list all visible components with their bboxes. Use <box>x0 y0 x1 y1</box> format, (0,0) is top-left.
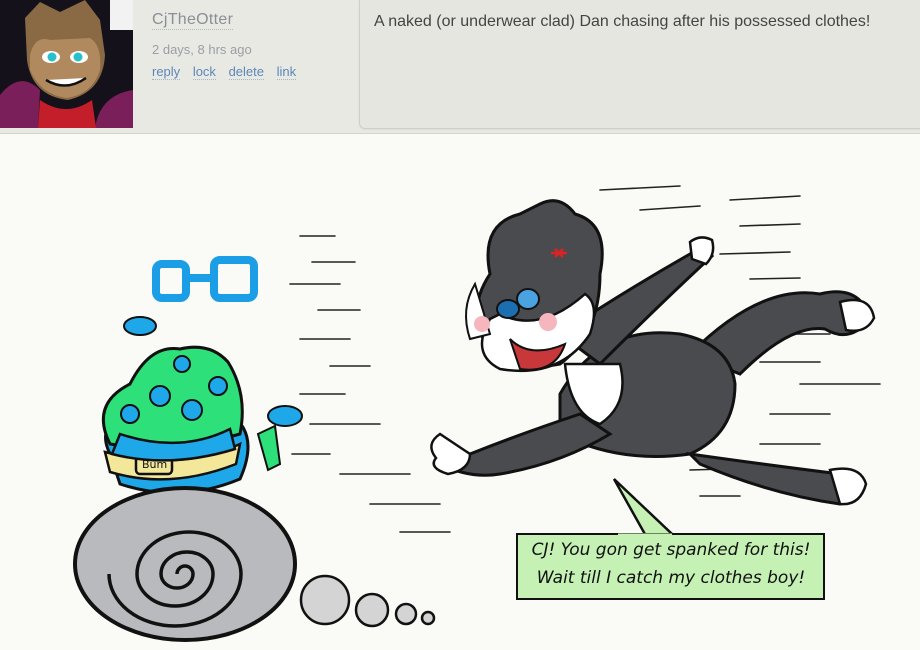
reply-link[interactable]: reply <box>152 64 181 80</box>
comment-bubble: A naked (or underwear clad) Dan chasing … <box>359 0 920 129</box>
comment-meta: CjTheOtter 2 days, 8 hrs ago reply lock … <box>152 10 352 80</box>
user-avatar[interactable] <box>0 0 133 128</box>
speech-line-2: Wait till I catch my clothes boy! <box>536 568 806 588</box>
speech-line-1: CJ! You gon get spanked for this! <box>531 540 811 560</box>
comment-actions: reply lock delete link <box>152 64 352 80</box>
comment-message: A naked (or underwear clad) Dan chasing … <box>374 13 871 30</box>
comment-header: CjTheOtter 2 days, 8 hrs ago reply lock … <box>0 0 920 134</box>
comment-timestamp: 2 days, 8 hrs ago <box>152 42 252 57</box>
lock-link[interactable]: lock <box>192 64 216 80</box>
permalink-link[interactable]: link <box>276 64 297 80</box>
username-link[interactable]: CjTheOtter <box>152 10 234 30</box>
speech-bubble-text: CJ! You gon get spanked for this! Wait t… <box>518 536 824 592</box>
whirlwind-drawing <box>73 486 297 642</box>
delete-link[interactable]: delete <box>228 64 264 80</box>
